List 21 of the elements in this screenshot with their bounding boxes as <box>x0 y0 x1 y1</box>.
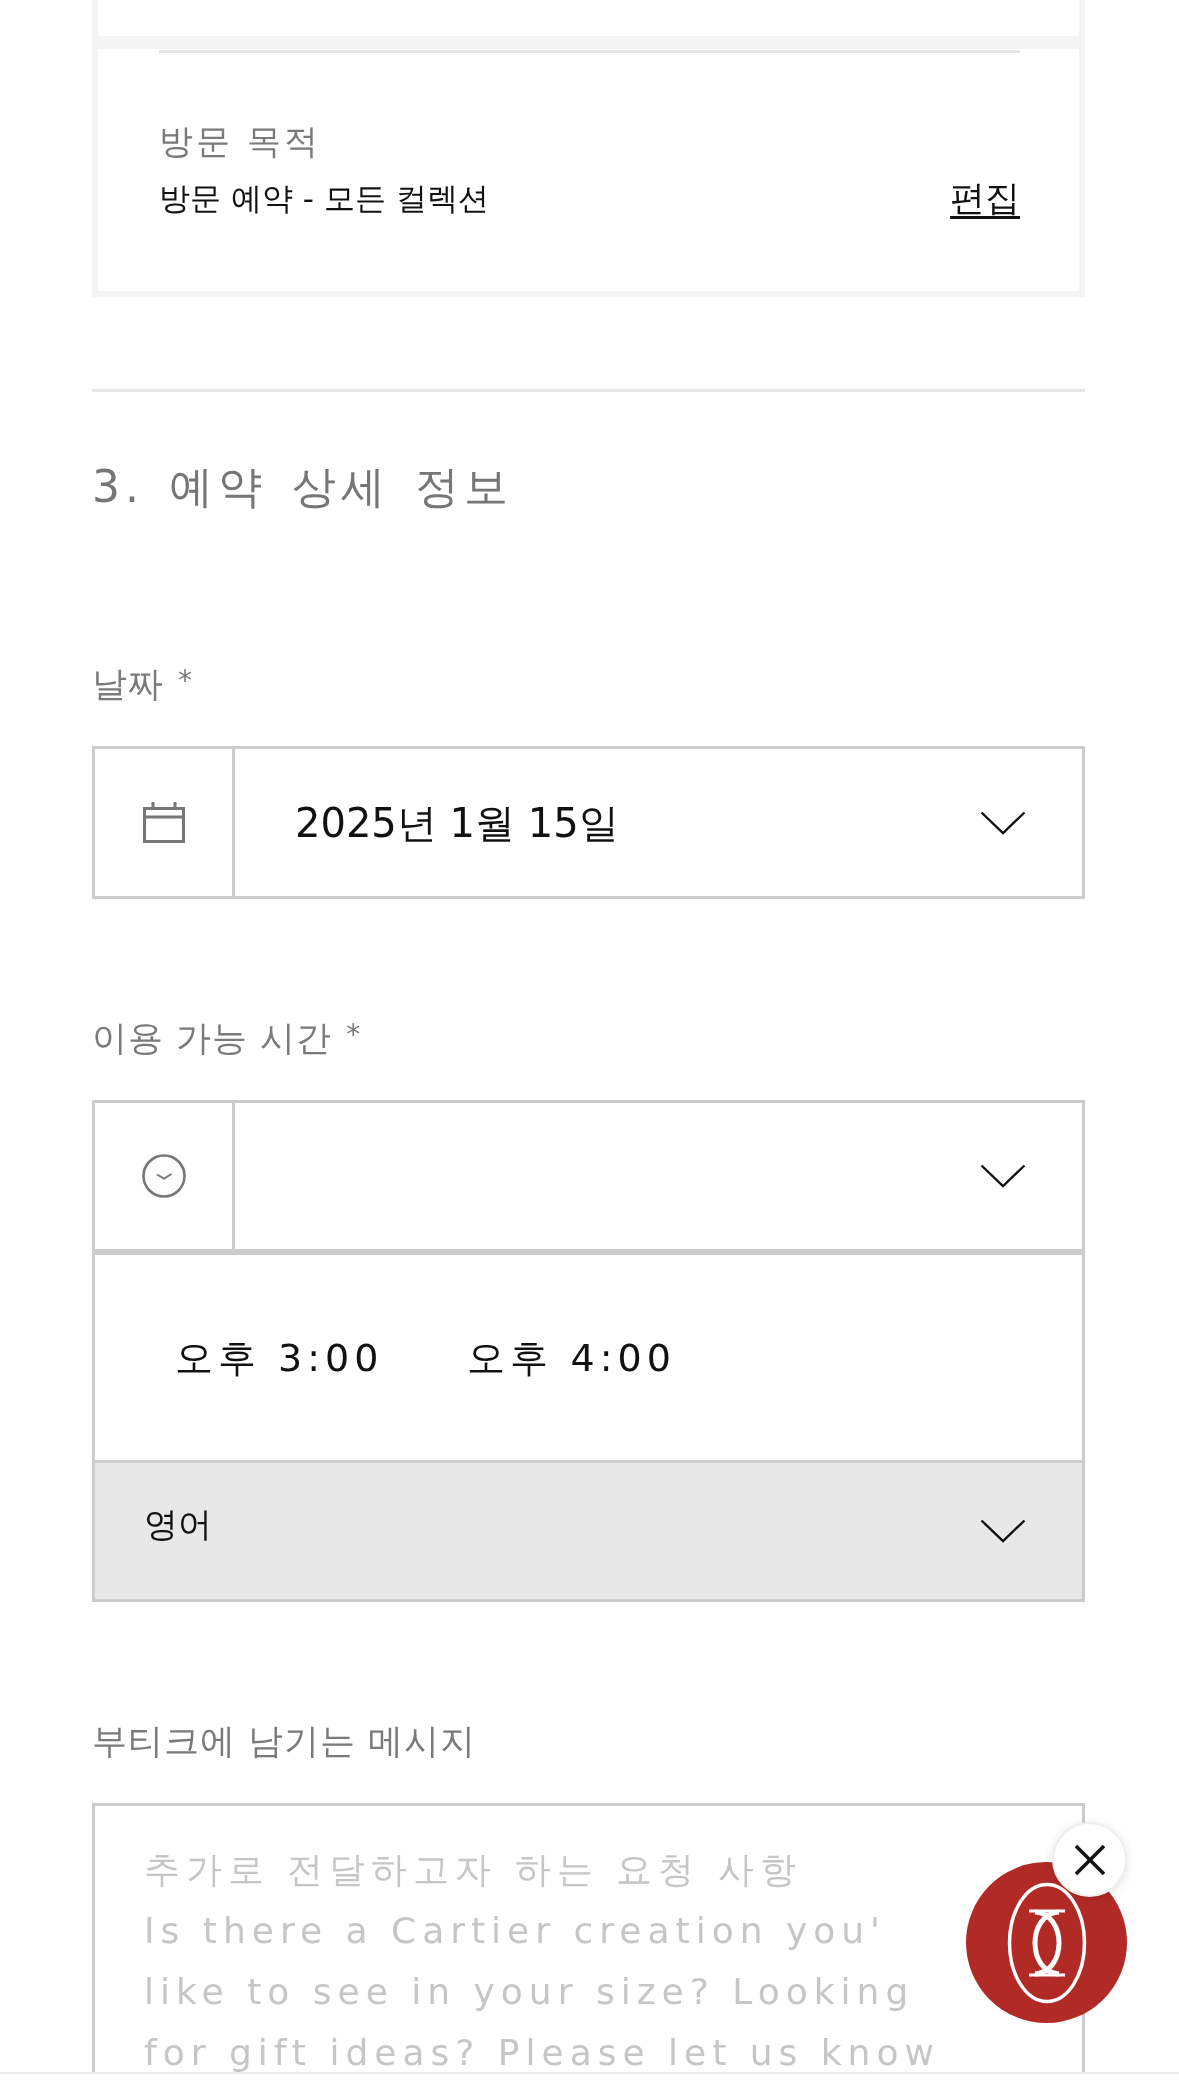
field-label: 부티크에 남기는 메시지 <box>92 1720 477 1763</box>
visit-purpose-label: 방문 목적 <box>159 120 321 163</box>
required-mark: * <box>178 663 192 699</box>
field-label: 이용 가능 시간 <box>92 1017 333 1060</box>
field-label: 날짜 <box>92 663 164 706</box>
message-field[interactable]: 추가로 전달하고자 하는 요청 사항 Is there a Cartier creation you' like to see in your size? Looking for gift ideas? Please let us know <box>92 1803 1085 2072</box>
time-option[interactable]: 오후 3:00 <box>175 1327 384 1388</box>
monogram-icon <box>1006 1881 1087 2004</box>
visit-purpose-value: 방문 예약 - 모든 컬렉션 <box>159 179 489 218</box>
edit-link[interactable]: 편집 <box>950 176 1020 220</box>
language-select[interactable]: 영어 <box>92 1463 1085 1602</box>
required-mark: * <box>346 1017 361 1053</box>
section-heading: 3. 예약 상세 정보 <box>92 460 513 514</box>
date-select[interactable]: 2025년 1월 15일 <box>92 746 1085 899</box>
clock-icon <box>141 1154 186 1198</box>
chevron-down-icon <box>980 1164 1026 1188</box>
chevron-down-icon <box>980 1519 1026 1543</box>
calendar-icon <box>142 801 185 844</box>
close-icon <box>1073 1843 1106 1876</box>
time-option[interactable]: 오후 4:00 <box>467 1327 676 1388</box>
chevron-down-icon <box>980 810 1026 835</box>
